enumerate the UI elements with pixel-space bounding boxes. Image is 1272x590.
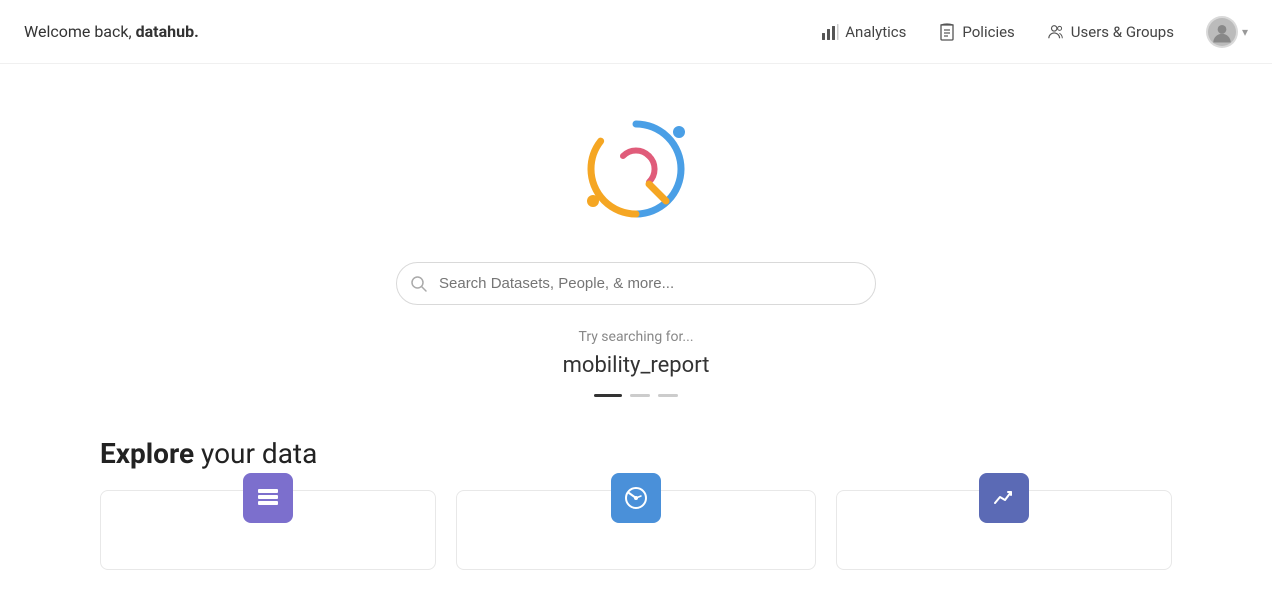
explore-card-charts[interactable] xyxy=(836,490,1172,570)
carousel-dots xyxy=(594,394,678,397)
header-nav: Analytics Policies xyxy=(821,16,1248,48)
analytics-label: Analytics xyxy=(845,23,906,41)
try-searching-text: Try searching for... xyxy=(578,329,693,345)
welcome-text: Welcome back, xyxy=(24,22,136,41)
explore-rest: your data xyxy=(194,437,317,470)
chevron-down-icon: ▾ xyxy=(1242,25,1248,39)
explore-title: Explore your data xyxy=(100,437,1172,470)
welcome-message: Welcome back, datahub. xyxy=(24,22,199,41)
search-container xyxy=(396,262,876,305)
users-groups-label: Users & Groups xyxy=(1071,23,1174,41)
policies-icon xyxy=(938,23,956,41)
analytics-icon xyxy=(821,23,839,41)
dot-1[interactable] xyxy=(594,394,622,397)
explore-bold: Explore xyxy=(100,437,194,470)
nav-policies[interactable]: Policies xyxy=(938,23,1014,41)
explore-section: Explore your data xyxy=(0,437,1272,570)
policies-label: Policies xyxy=(962,23,1014,41)
nav-analytics[interactable]: Analytics xyxy=(821,23,906,41)
user-avatar-menu[interactable]: ▾ xyxy=(1206,16,1248,48)
dot-3[interactable] xyxy=(658,394,678,397)
dashboards-icon-badge xyxy=(611,473,661,523)
charts-icon-badge xyxy=(979,473,1029,523)
header: Welcome back, datahub. Analytics xyxy=(0,0,1272,64)
datasets-icon-badge xyxy=(243,473,293,523)
explore-cards xyxy=(100,490,1172,570)
search-icon xyxy=(410,275,428,293)
dot-2[interactable] xyxy=(630,394,650,397)
search-suggestion[interactable]: mobility_report xyxy=(563,353,710,378)
datahub-logo xyxy=(571,104,701,234)
main-content: Try searching for... mobility_report Exp… xyxy=(0,64,1272,570)
avatar xyxy=(1206,16,1238,48)
explore-card-dashboards[interactable] xyxy=(456,490,816,570)
search-input[interactable] xyxy=(396,262,876,305)
nav-users-groups[interactable]: Users & Groups xyxy=(1047,23,1174,41)
username: datahub. xyxy=(136,22,199,41)
users-groups-icon xyxy=(1047,23,1065,41)
explore-card-datasets[interactable] xyxy=(100,490,436,570)
